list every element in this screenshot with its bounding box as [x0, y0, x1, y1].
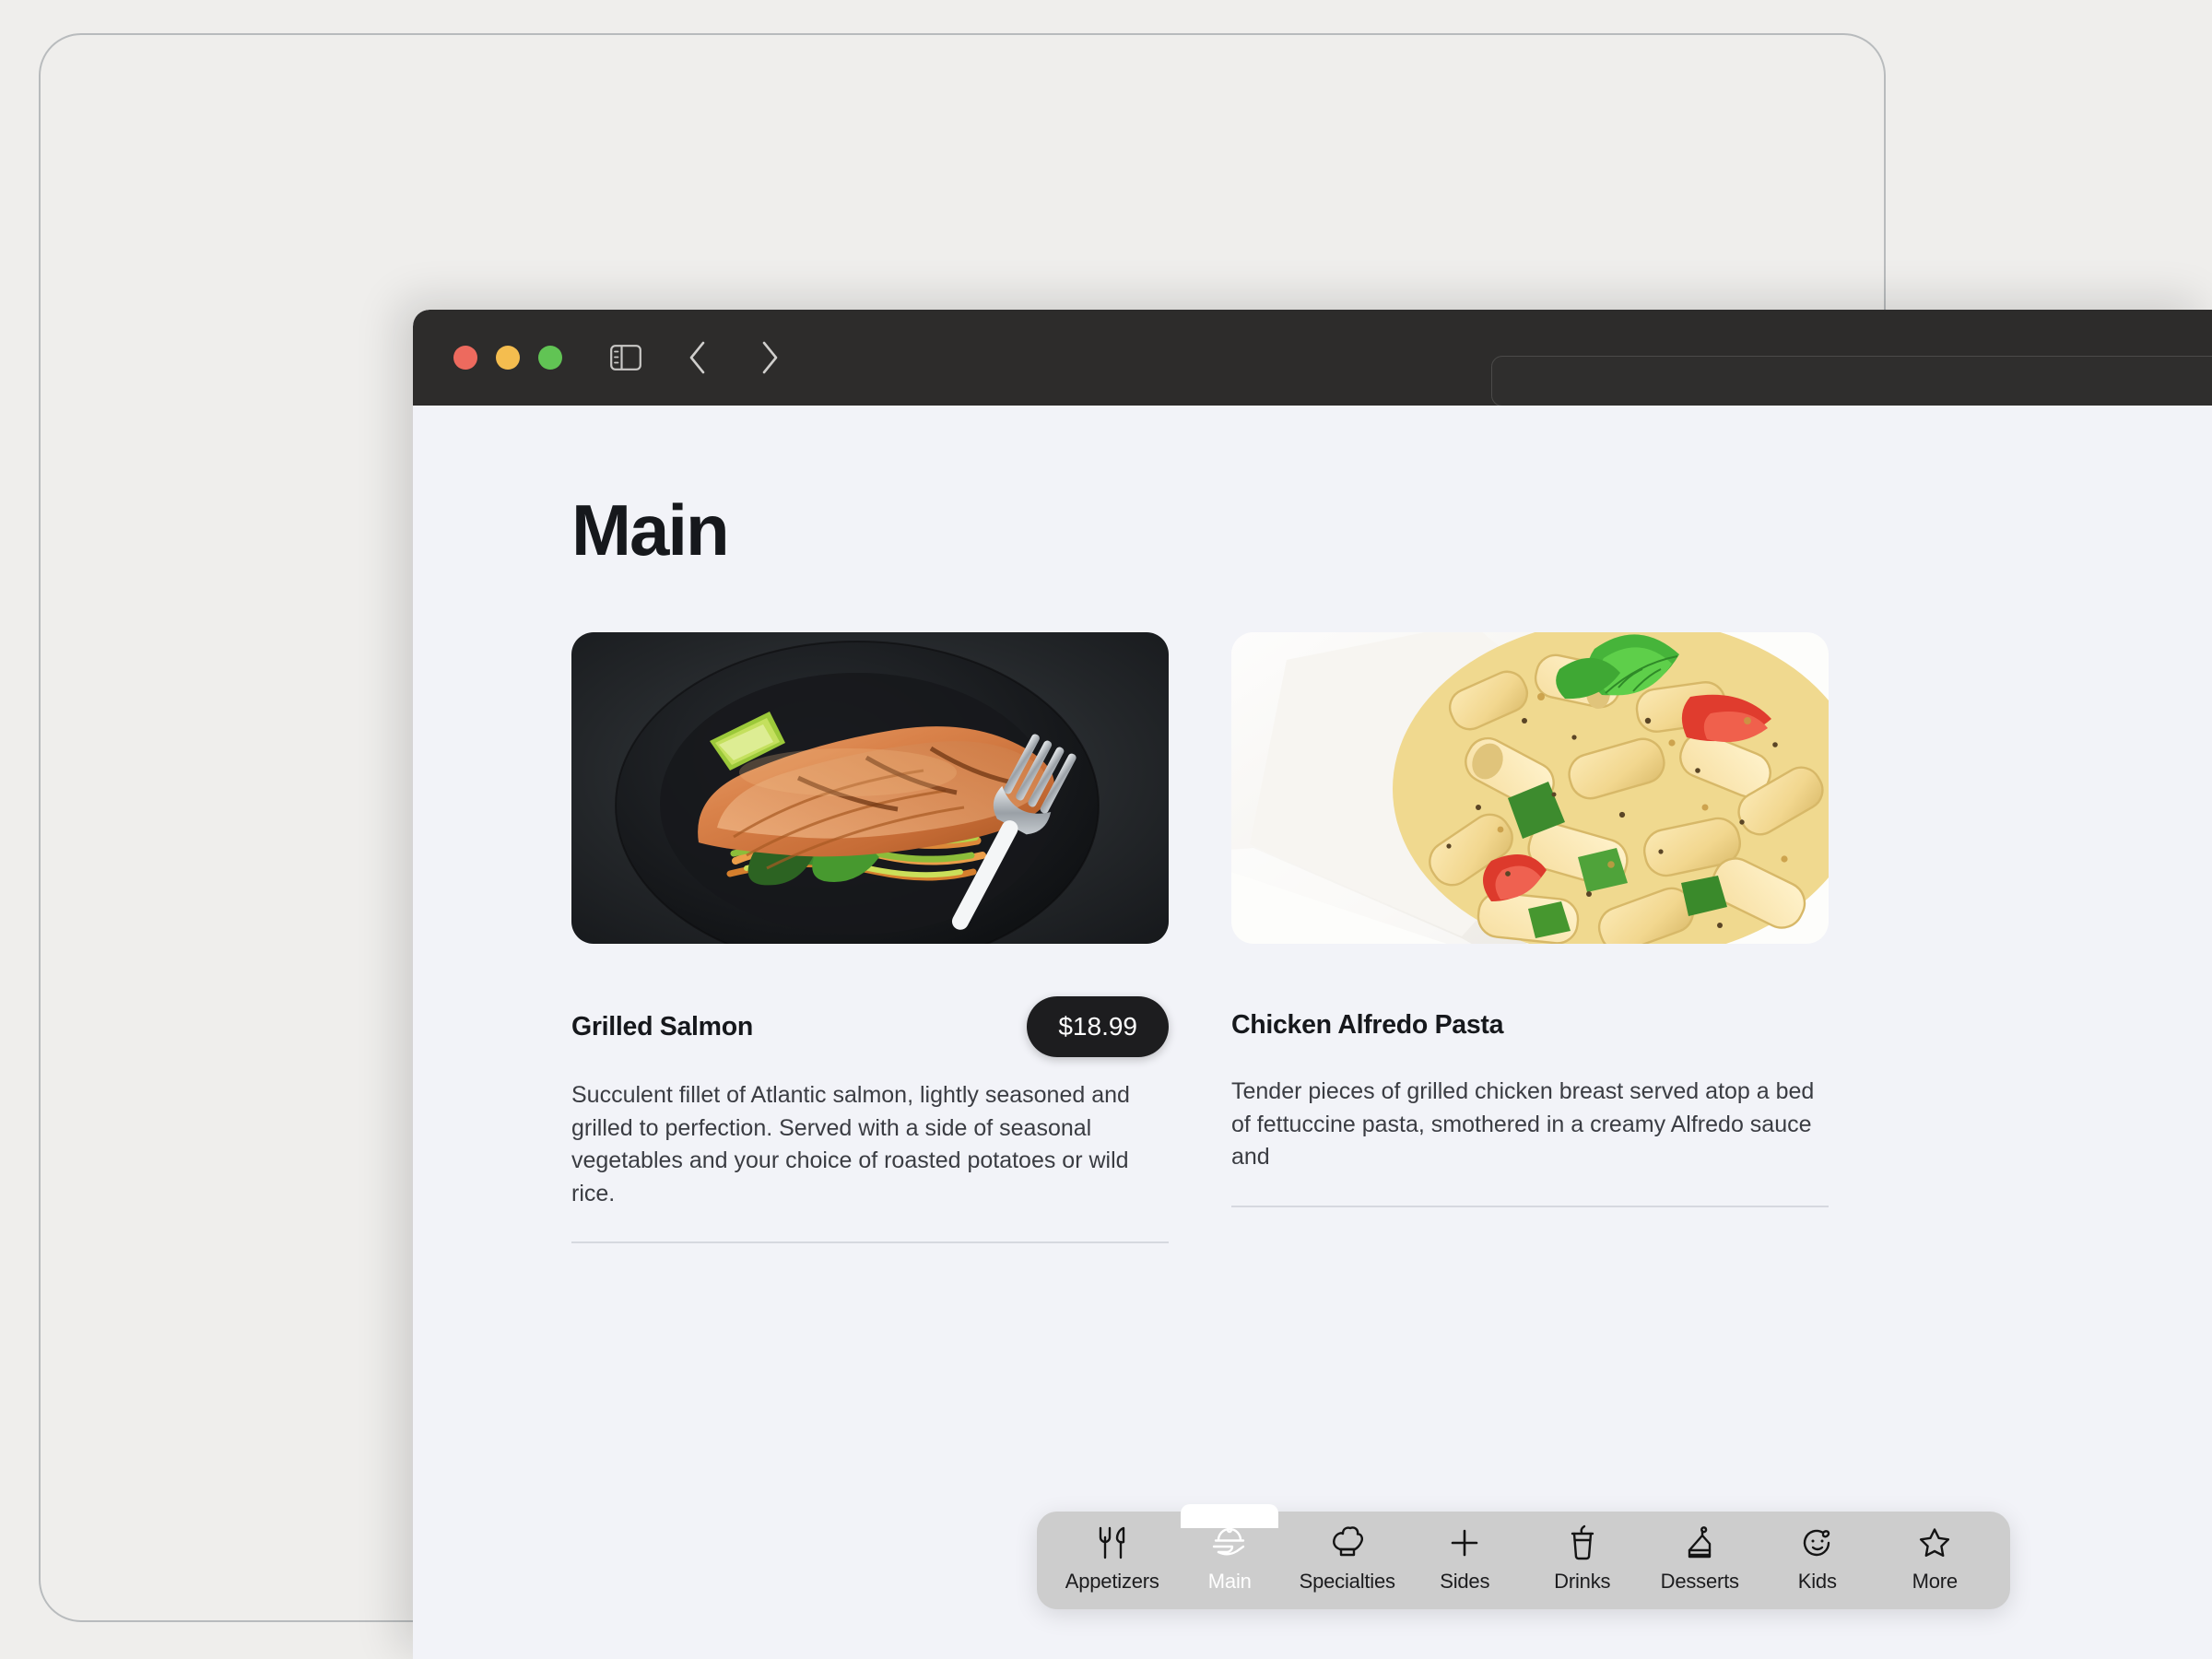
tab-label: Desserts — [1660, 1570, 1739, 1593]
menu-item-name: Chicken Alfredo Pasta — [1231, 1009, 1504, 1040]
plus-icon — [1449, 1524, 1480, 1561]
baby-face-icon — [1801, 1524, 1834, 1561]
tab-desserts[interactable]: Desserts — [1641, 1524, 1759, 1594]
cloche-serving-icon — [1212, 1524, 1247, 1561]
menu-card-header: Grilled Salmon $18.99 — [571, 996, 1169, 1057]
menu-card[interactable]: Chicken Alfredo Pasta Tender pieces of g… — [1231, 632, 1829, 1243]
menu-card-list: Grilled Salmon $18.99 Succulent fillet o… — [571, 632, 1829, 1243]
tab-kids[interactable]: Kids — [1759, 1524, 1877, 1594]
back-button[interactable] — [678, 338, 717, 377]
tab-more[interactable]: More — [1877, 1524, 1994, 1594]
cake-slice-icon — [1684, 1524, 1715, 1561]
tab-label: Main — [1207, 1570, 1252, 1593]
close-window-button[interactable] — [453, 346, 477, 370]
menu-card[interactable]: Grilled Salmon $18.99 Succulent fillet o… — [571, 632, 1169, 1243]
browser-titlebar — [413, 310, 2212, 406]
page-viewport: Main Grilled Salmon $18.99 Succulent fil… — [413, 406, 2212, 1659]
menu-card-divider — [571, 1241, 1169, 1243]
forward-button[interactable] — [750, 338, 789, 377]
fork-knife-icon — [1097, 1524, 1128, 1561]
tab-label: Appetizers — [1065, 1570, 1159, 1593]
tab-label: More — [1912, 1570, 1959, 1593]
menu-card-header: Chicken Alfredo Pasta — [1231, 996, 1829, 1053]
sidebar-toggle-button[interactable] — [606, 338, 645, 377]
page-title: Main — [571, 489, 730, 571]
tab-sides[interactable]: Sides — [1406, 1524, 1524, 1594]
traffic-light-group — [453, 346, 562, 370]
browser-window: Main Grilled Salmon $18.99 Succulent fil… — [413, 310, 2212, 1659]
zoom-window-button[interactable] — [538, 346, 562, 370]
menu-item-price-badge[interactable]: $18.99 — [1027, 996, 1169, 1057]
menu-item-description: Succulent fillet of Atlantic salmon, lig… — [571, 1082, 1130, 1206]
tab-label: Sides — [1440, 1570, 1490, 1593]
tab-drinks[interactable]: Drinks — [1524, 1524, 1641, 1594]
menu-card-divider — [1231, 1205, 1829, 1207]
category-tab-bar: Appetizers Main Specialties Sides Drinks… — [1037, 1504, 2010, 1609]
tab-label: Specialties — [1299, 1570, 1395, 1593]
toolbar-nav-group — [606, 338, 789, 377]
active-tab-indicator — [1181, 1504, 1279, 1528]
tab-specialties[interactable]: Specialties — [1288, 1524, 1406, 1594]
tab-label: Drinks — [1554, 1570, 1611, 1593]
menu-item-description: Tender pieces of grilled chicken breast … — [1231, 1078, 1815, 1170]
drink-cup-icon — [1570, 1524, 1595, 1561]
address-bar[interactable] — [1491, 356, 2212, 406]
tab-label: Kids — [1797, 1570, 1837, 1593]
star-icon — [1918, 1524, 1951, 1561]
chef-hat-icon — [1332, 1524, 1363, 1561]
menu-item-image-chicken-alfredo-pasta — [1231, 632, 1829, 944]
menu-item-name: Grilled Salmon — [571, 1011, 753, 1041]
tab-appetizers[interactable]: Appetizers — [1053, 1524, 1171, 1594]
minimize-window-button[interactable] — [496, 346, 520, 370]
menu-item-image-grilled-salmon — [571, 632, 1169, 944]
tab-main[interactable]: Main — [1171, 1504, 1289, 1594]
